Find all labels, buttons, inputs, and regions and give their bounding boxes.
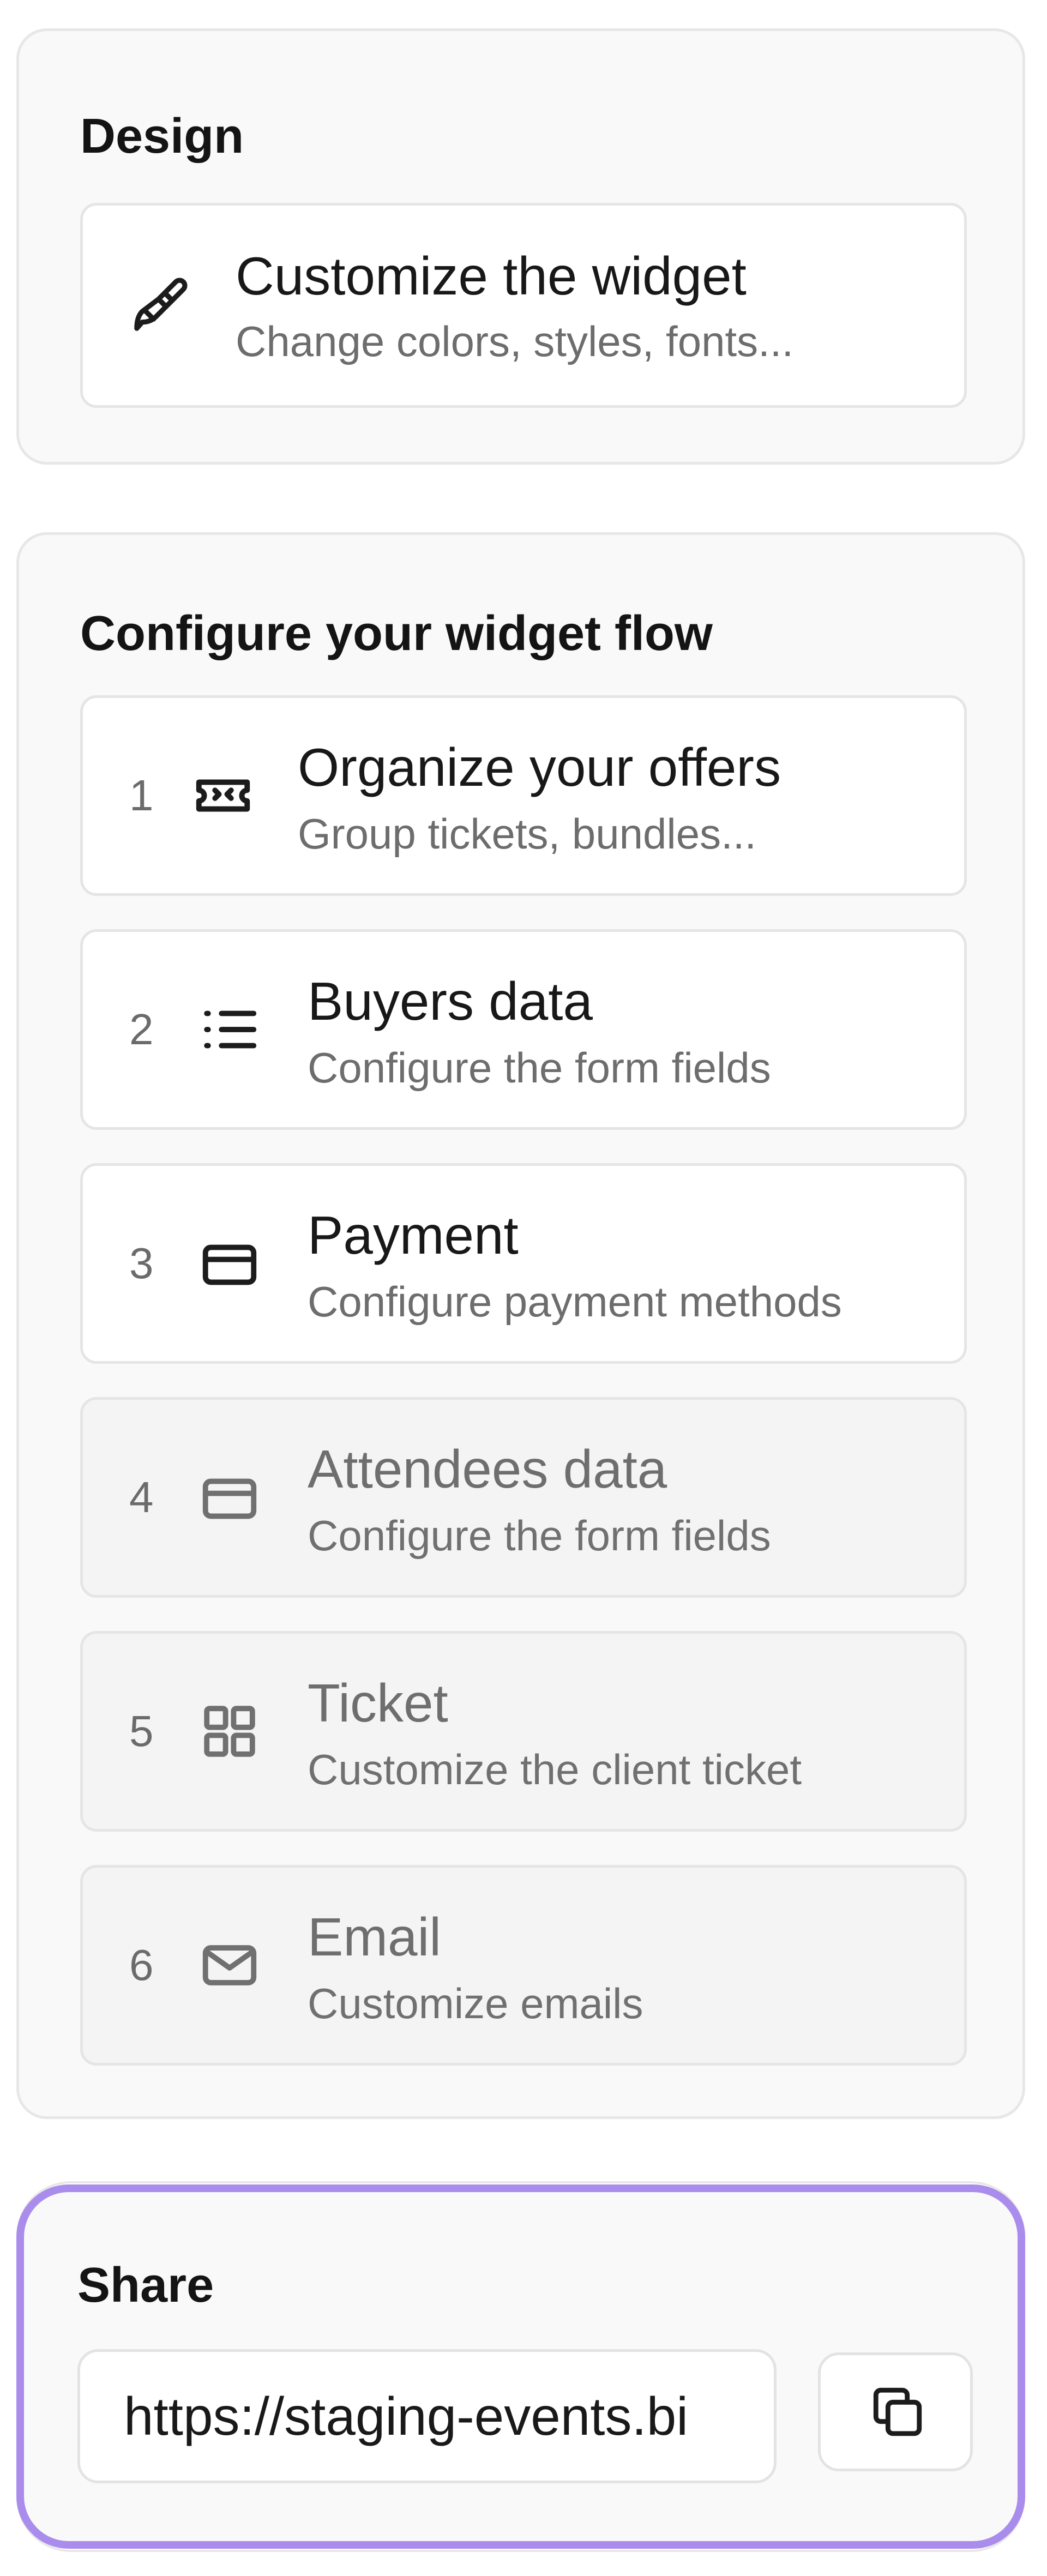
flow-step-email: 6 Email Customize emails [80,1865,967,2066]
step-title: Email [308,1907,442,1967]
credit-card-icon [197,1465,262,1530]
share-url-field[interactable] [77,2349,777,2483]
step-number: 4 [129,1473,154,1521]
step-subtitle: Configure the form fields [308,1512,771,1560]
design-panel: Design Customize the widget Change color… [16,28,1025,465]
flow-step-ticket: 5 Ticket Customize the client ticket [80,1631,967,1832]
step-title: Buyers data [308,971,593,1031]
step-number: 3 [129,1239,154,1287]
step-number: 6 [129,1941,154,1989]
share-title: Share [77,2258,214,2313]
flow-step-organize-offers[interactable]: 1 Organize your offers Group tickets, bu… [80,695,967,896]
step-title: Attendees data [308,1439,667,1499]
step-title: Organize your offers [298,737,781,797]
flow-title: Configure your widget flow [80,606,713,661]
step-subtitle: Customize emails [308,1979,643,2027]
customize-widget-title: Customize the widget [236,246,747,306]
paintbrush-icon [130,275,190,335]
design-title: Design [80,109,244,164]
step-number: 2 [129,1005,154,1054]
step-title: Ticket [308,1673,448,1733]
grid-icon [197,1699,262,1764]
step-subtitle: Configure payment methods [308,1278,842,1326]
step-subtitle: Customize the client ticket [308,1746,802,1793]
step-number: 1 [129,771,154,820]
step-number: 5 [129,1707,154,1755]
credit-card-icon [197,1231,262,1296]
list-icon [197,997,262,1062]
copy-icon [869,2383,926,2441]
ticket-icon [191,763,255,828]
flow-step-buyers-data[interactable]: 2 Buyers data Configure the form fields [80,929,967,1130]
mail-icon [197,1933,262,1997]
flow-panel: Configure your widget flow 1 Organize yo… [16,532,1025,2119]
flow-step-payment[interactable]: 3 Payment Configure payment methods [80,1163,967,1364]
customize-widget-card[interactable]: Customize the widget Change colors, styl… [80,203,967,408]
flow-step-attendees-data: 4 Attendees data Configure the form fiel… [80,1397,967,1598]
share-panel: Share [16,2184,1025,2549]
customize-widget-subtitle: Change colors, styles, fonts... [236,317,794,365]
step-subtitle: Configure the form fields [308,1044,771,1092]
step-subtitle: Group tickets, bundles... [298,810,757,858]
copy-url-button[interactable] [818,2352,973,2471]
step-title: Payment [308,1205,519,1265]
share-url-input[interactable] [124,2352,735,2481]
